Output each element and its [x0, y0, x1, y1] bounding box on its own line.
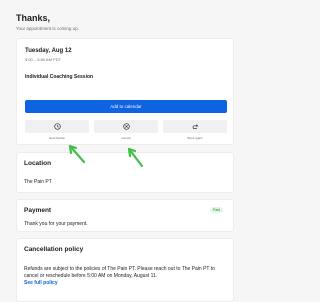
reschedule-button[interactable] [25, 120, 89, 133]
see-full-policy-link[interactable]: See full policy [24, 280, 58, 286]
page-subtitle: Your appointment is coming up. [16, 26, 79, 31]
page-title: Thanks, [16, 13, 51, 23]
appointment-card: Tuesday, Aug 12 5:00 – 5:50 AM PDT Indiv… [16, 38, 234, 145]
add-to-calendar-button[interactable]: Add to calendar [25, 100, 227, 113]
reschedule-label: Reschedule [49, 136, 65, 140]
cancel-icon [122, 123, 130, 130]
payment-card: Payment Paid Thank you for your payment. [16, 199, 234, 232]
location-value: The Pain PT [24, 179, 52, 185]
book-again-button[interactable] [163, 120, 227, 133]
session-name: Individual Coaching Session [25, 74, 94, 80]
cancel-button[interactable] [94, 120, 158, 133]
appointment-time: 5:00 – 5:50 AM PDT [25, 57, 62, 62]
payment-text: Thank you for your payment. [24, 221, 88, 227]
cancellation-policy-text: Refunds are subject to the policies of T… [24, 266, 215, 279]
location-card: Location The Pain PT [16, 152, 234, 193]
paid-badge: Paid [209, 207, 223, 213]
location-title: Location [24, 160, 52, 167]
clock-icon [53, 123, 61, 130]
appointment-date: Tuesday, Aug 12 [25, 48, 72, 54]
cancel-label: Cancel [121, 136, 131, 140]
cancellation-card: Cancellation policy Refunds are subject … [16, 238, 234, 302]
book-again-label: Book again [187, 136, 203, 140]
payment-title: Payment [24, 207, 52, 214]
redo-icon [192, 124, 198, 129]
cancellation-title: Cancellation policy [24, 246, 84, 253]
